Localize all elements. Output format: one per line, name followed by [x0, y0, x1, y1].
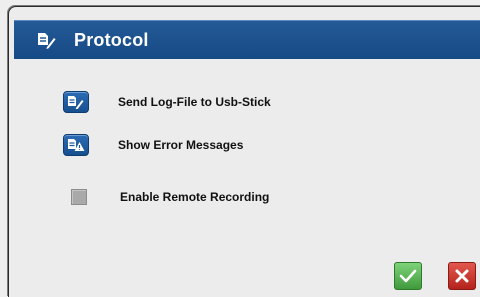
ok-button[interactable] — [394, 262, 422, 290]
show-errors-button[interactable] — [63, 134, 89, 156]
dialog-title: Protocol — [74, 30, 149, 50]
send-log-row[interactable]: Send Log-File to Usb-Stick — [63, 91, 271, 113]
dialog-titlebar: Protocol — [14, 20, 480, 59]
close-icon — [455, 269, 469, 283]
send-log-label[interactable]: Send Log-File to Usb-Stick — [118, 95, 271, 109]
show-errors-row[interactable]: Show Error Messages — [63, 134, 243, 156]
show-errors-label[interactable]: Show Error Messages — [118, 138, 243, 152]
send-log-button[interactable] — [63, 91, 89, 113]
remote-recording-label[interactable]: Enable Remote Recording — [120, 190, 269, 204]
remote-recording-checkbox[interactable] — [71, 189, 87, 205]
checkmark-icon — [399, 269, 417, 283]
document-edit-icon — [38, 33, 56, 49]
remote-recording-row[interactable]: Enable Remote Recording — [71, 189, 269, 205]
cancel-button[interactable] — [448, 262, 476, 290]
document-edit-icon — [68, 96, 84, 109]
document-warning-icon — [68, 139, 85, 151]
